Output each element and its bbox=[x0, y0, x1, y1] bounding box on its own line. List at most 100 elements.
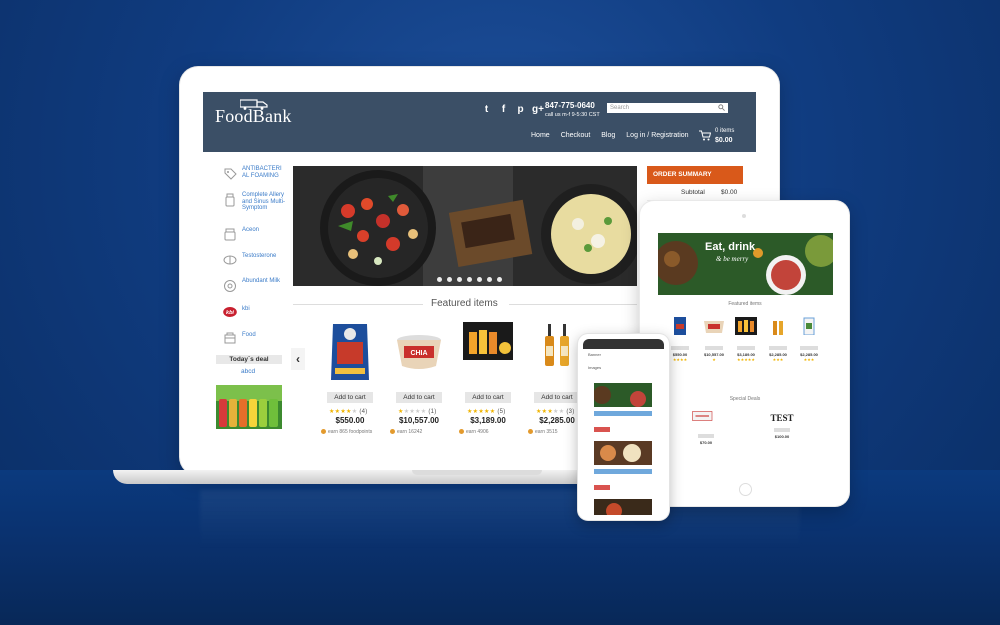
phone-banner-image[interactable] bbox=[594, 383, 652, 407]
divider bbox=[509, 304, 637, 305]
tablet-product[interactable]: $10,557.00 ★ bbox=[700, 317, 728, 362]
tablet-deal-button[interactable] bbox=[774, 428, 790, 432]
tablet-product-image bbox=[803, 317, 815, 336]
fruit-juice-image[interactable] bbox=[461, 320, 515, 382]
phone-top-bar bbox=[583, 339, 664, 349]
tablet-deal-card[interactable]: TEST $100.00 bbox=[762, 409, 802, 439]
add-to-cart-button[interactable]: Add to cart bbox=[465, 392, 511, 403]
nav-checkout[interactable]: Checkout bbox=[561, 132, 591, 139]
tablet-deal-image bbox=[692, 411, 713, 421]
juice-bottles-image[interactable] bbox=[216, 385, 282, 429]
social-links: t f p g+ bbox=[481, 104, 544, 115]
jar-icon bbox=[224, 228, 236, 241]
chia-pod-image[interactable]: CHIA bbox=[392, 320, 446, 382]
product-price: $10,557.00 bbox=[398, 416, 440, 425]
phone-food-image[interactable] bbox=[594, 499, 652, 515]
main-nav: Home Checkout Blog Log in / Registration bbox=[531, 132, 689, 139]
tablet-rating: ★★★★★ bbox=[737, 357, 755, 362]
slider-dot[interactable] bbox=[477, 277, 482, 282]
phone-button[interactable] bbox=[594, 427, 610, 432]
site-logo[interactable]: FoodBank bbox=[215, 106, 292, 127]
order-summary: ORDER SUMMARY Subtotal $0.00 bbox=[647, 166, 743, 201]
tablet-special-deals-title: Special Deals bbox=[729, 396, 761, 402]
tag-icon bbox=[224, 168, 237, 180]
phone-button[interactable] bbox=[594, 485, 610, 490]
tablet-add-button[interactable] bbox=[769, 346, 787, 350]
nav-blog[interactable]: Blog bbox=[601, 132, 615, 139]
google-plus-icon[interactable]: g+ bbox=[532, 104, 544, 115]
earn-points: earn 16242 bbox=[390, 429, 422, 435]
nav-login[interactable]: Log in / Registration bbox=[626, 132, 688, 139]
laptop-notch bbox=[412, 470, 542, 475]
kbi-logo-icon: kbi bbox=[223, 307, 237, 317]
svg-text:kbi: kbi bbox=[226, 310, 234, 316]
tablet-home-button[interactable] bbox=[739, 483, 752, 496]
oil-bottles-image[interactable] bbox=[530, 320, 584, 382]
slider-dot[interactable] bbox=[497, 277, 502, 282]
tablet-rating: ★★★★ bbox=[672, 357, 688, 362]
slider-dot[interactable] bbox=[457, 277, 462, 282]
sidebar-item-aceon[interactable]: Aceon bbox=[217, 222, 287, 248]
tablet-deal-price: $100.00 bbox=[774, 434, 790, 439]
tablet-deal-button[interactable] bbox=[698, 434, 714, 438]
phone-food-image[interactable] bbox=[594, 441, 652, 465]
sidebar-item-antibacterial[interactable]: ANTIBACTERI AL FOAMING bbox=[217, 162, 287, 188]
sidebar-item-label: Abundant Milk bbox=[242, 278, 281, 284]
earn-points: earn 865 foodpoints bbox=[321, 429, 372, 435]
tablet-banner[interactable]: Eat, drink & be merry bbox=[658, 233, 833, 295]
slider-dot[interactable] bbox=[447, 277, 452, 282]
sidebar-item-label: ANTIBACTERI AL FOAMING bbox=[242, 166, 282, 179]
tablet-product-image bbox=[704, 321, 724, 333]
tablet-add-button[interactable] bbox=[671, 346, 689, 350]
phone-device: Banner Images bbox=[578, 334, 669, 520]
tablet-device: Eat, drink & be merry Featured items $55… bbox=[640, 201, 849, 506]
tablet-deal-card[interactable]: $70.00 bbox=[686, 409, 726, 445]
bottle-icon bbox=[225, 193, 235, 207]
phone-screen: Banner Images bbox=[583, 349, 664, 515]
tablet-product[interactable]: $3,189.00 ★★★★★ bbox=[732, 317, 760, 362]
search-input[interactable]: Search bbox=[607, 103, 728, 113]
business-hours: call us m-f 9-5:30 CST bbox=[545, 112, 600, 118]
facebook-icon[interactable]: f bbox=[498, 104, 509, 115]
sidebar-item-allergy[interactable]: Complete Allery and Sinus Multi-Symptom bbox=[217, 188, 287, 222]
add-to-cart-button[interactable]: Add to cart bbox=[327, 392, 373, 403]
sidebar-item-kbi[interactable]: kbi kbi bbox=[217, 300, 287, 326]
dog-food-bag-image[interactable] bbox=[323, 320, 377, 382]
hero-banner-image[interactable] bbox=[293, 166, 637, 286]
tablet-rating: ★★★ bbox=[803, 357, 815, 362]
pill-icon bbox=[223, 255, 237, 265]
tablet-add-button[interactable] bbox=[800, 346, 818, 350]
rating-stars: ★★★★★ (3) bbox=[536, 409, 575, 415]
add-to-cart-button[interactable]: Add to cart bbox=[534, 392, 580, 403]
subtotal-value: $0.00 bbox=[721, 189, 738, 196]
tablet-add-button[interactable] bbox=[705, 346, 723, 350]
phone-stripe bbox=[594, 411, 652, 416]
sidebar-item-label: Food bbox=[242, 332, 256, 338]
slider-dot[interactable] bbox=[467, 277, 472, 282]
twitter-icon[interactable]: t bbox=[481, 104, 492, 115]
sidebar-item-testosterone[interactable]: Testosterone bbox=[217, 248, 287, 274]
pinterest-icon[interactable]: p bbox=[515, 104, 526, 115]
todays-deal-link[interactable]: abcd bbox=[241, 368, 255, 375]
add-to-cart-button[interactable]: Add to cart bbox=[396, 392, 442, 403]
tablet-product[interactable]: $2,285.00 ★★★ bbox=[764, 317, 792, 362]
nav-home[interactable]: Home bbox=[531, 132, 550, 139]
cart-item-count[interactable]: 0 items bbox=[715, 128, 734, 134]
cart-total[interactable]: $0.00 bbox=[715, 137, 733, 144]
tablet-product[interactable]: $2,285.00 ★★★ bbox=[795, 317, 823, 362]
slider-dot[interactable] bbox=[437, 277, 442, 282]
tablet-add-button[interactable] bbox=[737, 346, 755, 350]
sidebar-item-abundant-milk[interactable]: Abundant Milk bbox=[217, 274, 287, 300]
earn-points: earn 4906 bbox=[459, 429, 489, 435]
carousel-prev-button[interactable]: ‹ bbox=[291, 348, 305, 370]
food-icon bbox=[224, 332, 236, 344]
camera-dot bbox=[742, 214, 746, 218]
featured-items-title: Featured items bbox=[431, 298, 498, 309]
sidebar-item-label: Aceon bbox=[242, 227, 260, 233]
tablet-rating: ★ bbox=[712, 357, 716, 362]
search-icon[interactable] bbox=[718, 104, 725, 111]
sidebar-item-food[interactable]: Food bbox=[217, 326, 287, 352]
slider-dot[interactable] bbox=[487, 277, 492, 282]
cart-icon[interactable] bbox=[699, 130, 711, 141]
tablet-product[interactable]: $550.00 ★★★★ bbox=[666, 317, 694, 362]
